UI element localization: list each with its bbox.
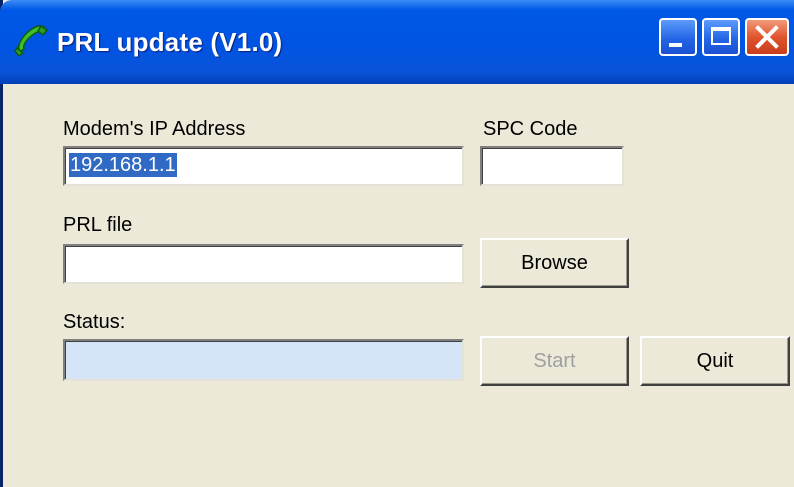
status-label: Status:: [63, 311, 126, 333]
minimize-icon: [669, 43, 682, 47]
title-bar[interactable]: PRL update (V1.0): [0, 0, 794, 84]
spc-code-label: SPC Code: [483, 118, 578, 140]
status-field: [63, 339, 464, 381]
window-title: PRL update (V1.0): [57, 27, 283, 57]
start-button[interactable]: Start: [480, 336, 629, 386]
maximize-icon: [711, 27, 731, 45]
close-button[interactable]: [745, 18, 789, 56]
ip-address-value: 192.168.1.1: [69, 153, 177, 177]
ip-address-input[interactable]: 192.168.1.1: [63, 146, 464, 186]
minimize-button[interactable]: [659, 18, 697, 56]
quit-button[interactable]: Quit: [640, 336, 790, 386]
prl-file-input[interactable]: [63, 244, 464, 284]
close-icon: [755, 25, 779, 49]
maximize-button[interactable]: [702, 18, 740, 56]
ip-address-label: Modem's IP Address: [63, 118, 246, 140]
phone-icon: [14, 24, 49, 56]
prl-update-window: PRL update (V1.0) Modem's IP Address 192…: [0, 0, 794, 487]
browse-button[interactable]: Browse: [480, 238, 629, 288]
spc-code-input[interactable]: [480, 146, 624, 186]
prl-file-label: PRL file: [63, 214, 133, 236]
